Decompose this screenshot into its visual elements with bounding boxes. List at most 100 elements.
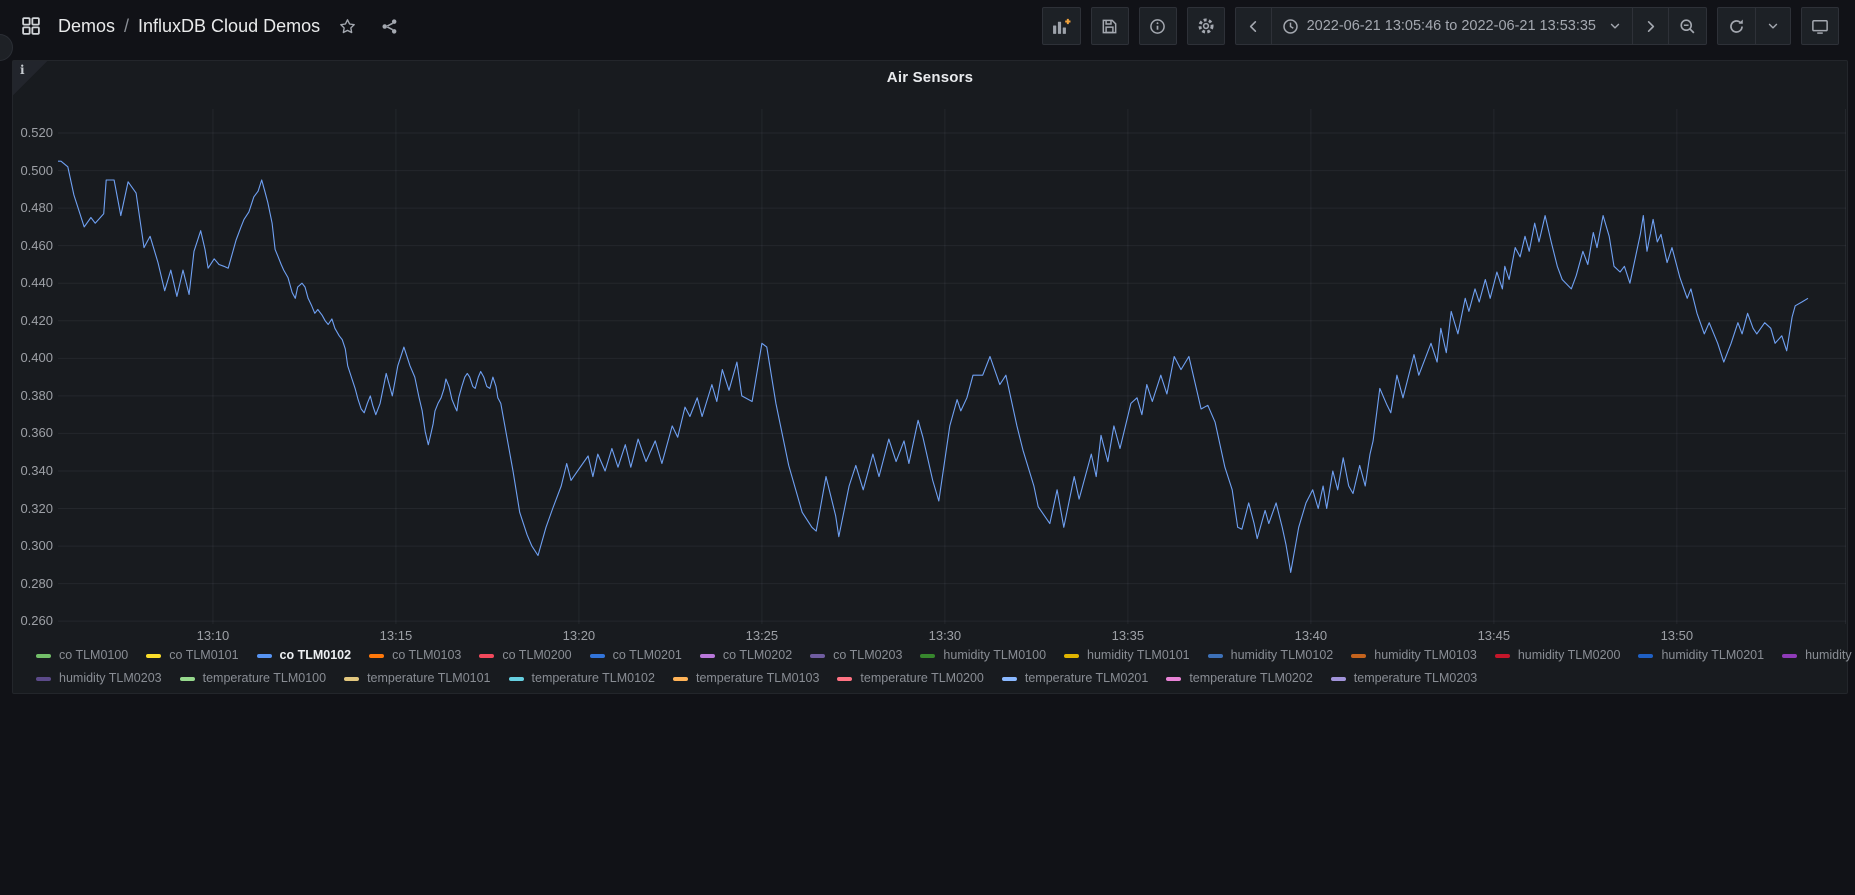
legend-label: temperature TLM0200 (860, 668, 983, 689)
legend-item-temperature-tlm0101[interactable]: temperature TLM0101 (344, 668, 490, 689)
time-shift-forward-button[interactable] (1632, 8, 1668, 44)
time-series-plot[interactable] (58, 109, 1846, 624)
legend-item-humidity-tlm0102[interactable]: humidity TLM0102 (1208, 645, 1334, 666)
legend-label: temperature TLM0102 (532, 668, 655, 689)
legend-item-co-tlm0203[interactable]: co TLM0203 (810, 645, 902, 666)
legend-item-humidity-tlm0200[interactable]: humidity TLM0200 (1495, 645, 1621, 666)
save-dashboard-button[interactable] (1091, 7, 1129, 45)
time-shift-back-button[interactable] (1236, 8, 1271, 44)
legend-label: humidity TLM0203 (59, 668, 162, 689)
legend-label: humidity TLM0103 (1374, 645, 1477, 666)
refresh-button[interactable] (1718, 8, 1755, 44)
legend-label: co TLM0102 (280, 645, 352, 666)
x-axis-tick-label: 13:10 (191, 628, 235, 644)
y-axis-tick-label: 0.340 (13, 463, 53, 479)
legend: co TLM0100 co TLM0101 co TLM0102 co TLM0103… (36, 645, 1836, 691)
breadcrumb: Demos / InfluxDB Cloud Demos (16, 11, 404, 41)
cycle-view-mode-button[interactable] (1801, 7, 1839, 45)
legend-swatch-icon (1495, 654, 1510, 658)
grafana-dashboard: Demos / InfluxDB Cloud Demos (0, 0, 1855, 895)
y-axis-tick-label: 0.400 (13, 350, 53, 366)
legend-item-humidity-tlm0101[interactable]: humidity TLM0101 (1064, 645, 1190, 666)
legend-item-co-tlm0103[interactable]: co TLM0103 (369, 645, 461, 666)
legend-swatch-icon (590, 654, 605, 658)
legend-row: humidity TLM0203 temperature TLM0100 tempe… (36, 668, 1836, 689)
legend-swatch-icon (700, 654, 715, 658)
legend-swatch-icon (837, 677, 852, 681)
legend-label: co TLM0202 (723, 645, 792, 666)
zoom-out-time-button[interactable] (1668, 8, 1706, 44)
add-panel-button[interactable] (1042, 7, 1081, 45)
legend-item-temperature-tlm0200[interactable]: temperature TLM0200 (837, 668, 983, 689)
legend-label: humidity TLM0202 (1805, 645, 1855, 666)
x-axis-tick-label: 13:50 (1655, 628, 1699, 644)
breadcrumb-section[interactable]: Demos (58, 16, 115, 37)
legend-label: temperature TLM0100 (203, 668, 326, 689)
y-axis-tick-label: 0.480 (13, 200, 53, 216)
legend-item-humidity-tlm0100[interactable]: humidity TLM0100 (920, 645, 1046, 666)
legend-item-temperature-tlm0203[interactable]: temperature TLM0203 (1331, 668, 1477, 689)
legend-label: temperature TLM0101 (367, 668, 490, 689)
refresh-interval-dropdown[interactable] (1755, 8, 1790, 44)
legend-item-co-tlm0100[interactable]: co TLM0100 (36, 645, 128, 666)
x-axis-tick-label: 13:40 (1289, 628, 1333, 644)
legend-swatch-icon (810, 654, 825, 658)
x-axis-tick-label: 13:15 (374, 628, 418, 644)
y-axis-tick-label: 0.460 (13, 238, 53, 254)
time-range-picker[interactable]: 2022-06-21 13:05:46 to 2022-06-21 13:53:… (1271, 8, 1632, 44)
x-axis-tick-label: 13:35 (1106, 628, 1150, 644)
star-icon[interactable] (332, 11, 362, 41)
legend-swatch-icon (1638, 654, 1653, 658)
legend-item-temperature-tlm0100[interactable]: temperature TLM0100 (180, 668, 326, 689)
apps-grid-icon[interactable] (16, 11, 46, 41)
legend-swatch-icon (146, 654, 161, 658)
x-axis-tick-label: 13:45 (1472, 628, 1516, 644)
legend-item-humidity-tlm0201[interactable]: humidity TLM0201 (1638, 645, 1764, 666)
legend-item-co-tlm0200[interactable]: co TLM0200 (479, 645, 571, 666)
legend-item-humidity-tlm0202[interactable]: humidity TLM0202 (1782, 645, 1855, 666)
legend-label: co TLM0203 (833, 645, 902, 666)
legend-item-humidity-tlm0103[interactable]: humidity TLM0103 (1351, 645, 1477, 666)
legend-item-co-tlm0102[interactable]: co TLM0102 (257, 645, 352, 666)
legend-swatch-icon (369, 654, 384, 658)
y-axis-tick-label: 0.380 (13, 388, 53, 404)
y-axis-tick-label: 0.260 (13, 613, 53, 629)
legend-label: temperature TLM0203 (1354, 668, 1477, 689)
x-axis-tick-label: 13:20 (557, 628, 601, 644)
dashboard-info-button[interactable] (1139, 7, 1177, 45)
y-axis-tick-label: 0.520 (13, 125, 53, 141)
legend-item-temperature-tlm0201[interactable]: temperature TLM0201 (1002, 668, 1148, 689)
legend-swatch-icon (673, 677, 688, 681)
legend-item-co-tlm0202[interactable]: co TLM0202 (700, 645, 792, 666)
air-sensors-panel: i Air Sensors 0.2600.2800.3000.3200.3400… (12, 60, 1848, 694)
legend-swatch-icon (344, 677, 359, 681)
panel-title[interactable]: Air Sensors (13, 69, 1847, 86)
legend-item-co-tlm0201[interactable]: co TLM0201 (590, 645, 682, 666)
time-picker-group: 2022-06-21 13:05:46 to 2022-06-21 13:53:… (1235, 7, 1707, 45)
x-axis-tick-label: 13:30 (923, 628, 967, 644)
legend-label: co TLM0201 (613, 645, 682, 666)
legend-item-temperature-tlm0103[interactable]: temperature TLM0103 (673, 668, 819, 689)
legend-row: co TLM0100 co TLM0101 co TLM0102 co TLM0103… (36, 645, 1836, 666)
share-icon[interactable] (374, 11, 404, 41)
legend-label: co TLM0101 (169, 645, 238, 666)
legend-label: humidity TLM0100 (943, 645, 1046, 666)
y-axis-tick-label: 0.280 (13, 576, 53, 592)
y-axis-tick-label: 0.360 (13, 425, 53, 441)
legend-swatch-icon (920, 654, 935, 658)
legend-item-humidity-tlm0203[interactable]: humidity TLM0203 (36, 668, 162, 689)
legend-swatch-icon (1782, 654, 1797, 658)
legend-swatch-icon (1064, 654, 1079, 658)
legend-item-temperature-tlm0102[interactable]: temperature TLM0102 (509, 668, 655, 689)
legend-swatch-icon (1208, 654, 1223, 658)
legend-item-co-tlm0101[interactable]: co TLM0101 (146, 645, 238, 666)
legend-label: humidity TLM0201 (1661, 645, 1764, 666)
legend-swatch-icon (509, 677, 524, 681)
legend-swatch-icon (1331, 677, 1346, 681)
legend-item-temperature-tlm0202[interactable]: temperature TLM0202 (1166, 668, 1312, 689)
legend-swatch-icon (1166, 677, 1181, 681)
legend-swatch-icon (1002, 677, 1017, 681)
legend-label: temperature TLM0201 (1025, 668, 1148, 689)
dashboard-settings-button[interactable] (1187, 7, 1225, 45)
legend-label: temperature TLM0103 (696, 668, 819, 689)
